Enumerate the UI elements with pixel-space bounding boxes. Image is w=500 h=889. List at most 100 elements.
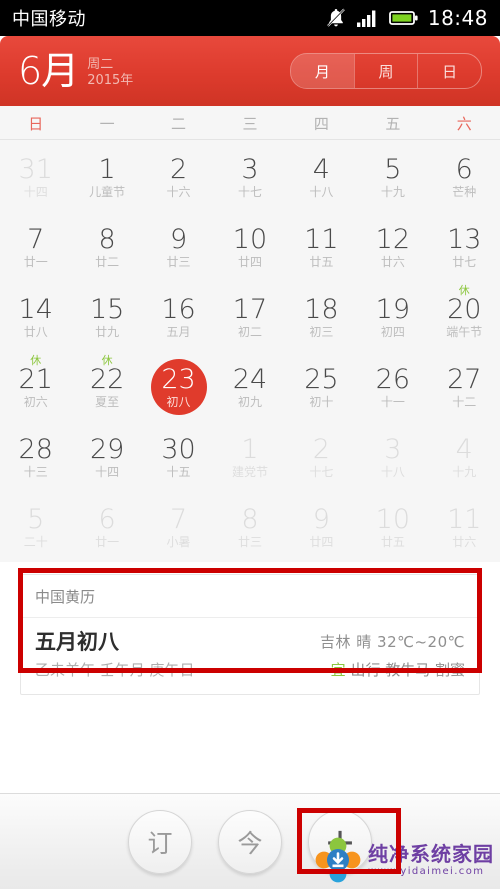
day-number: 13 <box>447 224 482 255</box>
day-lunar-label: 廿五 <box>309 255 334 269</box>
day-cell[interactable]: 1 儿童节 <box>71 142 142 212</box>
day-number: 9 <box>169 224 188 255</box>
day-number: 8 <box>98 224 116 255</box>
calendar-week-row: 休 21 初六休 22 夏至 23 初八 24 初九 25 初十 26 十一 27 十二 <box>0 352 500 422</box>
weekday-sun: 日 <box>28 114 44 133</box>
day-number: 5 <box>27 504 45 535</box>
almanac-card[interactable]: 中国黄历 五月初八 乙未羊年 壬午月 庚午日 吉林 晴 32℃~20℃ 宜 出行… <box>20 574 480 695</box>
day-lunar-label: 十二 <box>452 395 477 409</box>
day-cell[interactable]: 27 十二 <box>429 352 500 422</box>
rest-day-badge: 休 <box>101 354 113 367</box>
day-lunar-label: 十九 <box>452 465 477 479</box>
day-lunar-label: 廿一 <box>23 255 48 269</box>
day-cell[interactable]: 6 芒种 <box>429 142 500 212</box>
day-cell[interactable]: 2 十七 <box>286 422 357 492</box>
day-number: 16 <box>161 294 196 325</box>
today-button[interactable]: 今 <box>218 809 282 874</box>
day-cell[interactable]: 6 廿一 <box>71 492 142 562</box>
day-cell[interactable]: 3 十八 <box>357 422 428 492</box>
day-lunar-label: 儿童节 <box>89 185 126 199</box>
tab-week[interactable]: 周 <box>353 54 418 88</box>
day-cell[interactable]: 16 五月 <box>143 282 214 352</box>
day-number: 7 <box>27 224 45 255</box>
day-number: 25 <box>304 364 339 395</box>
day-cell[interactable]: 23 初八 <box>143 352 214 422</box>
day-number: 4 <box>455 434 473 465</box>
view-switcher[interactable]: 月 周 日 <box>290 53 482 89</box>
day-lunar-label: 廿一 <box>95 535 120 549</box>
day-cell[interactable]: 24 初九 <box>214 352 285 422</box>
almanac-left: 五月初八 乙未羊年 壬午月 庚午日 <box>35 628 320 682</box>
calendar-week-row: 7 廿一 8 廿二 9 廿三 10 廿四 11 廿五 12 廿六 13 廿七 <box>0 212 500 282</box>
day-lunar-label: 廿三 <box>237 535 262 549</box>
day-number: 20 <box>447 294 482 325</box>
day-cell[interactable]: 4 十九 <box>429 422 500 492</box>
day-cell[interactable]: 休 20 端午节 <box>429 282 500 352</box>
day-number: 10 <box>375 504 410 535</box>
day-number: 6 <box>98 504 116 535</box>
day-cell[interactable]: 11 廿五 <box>286 212 357 282</box>
day-cell[interactable]: 11 廿六 <box>429 492 500 562</box>
day-cell[interactable]: 9 廿三 <box>143 212 214 282</box>
bell-muted-icon <box>325 7 347 29</box>
day-lunar-label: 初二 <box>237 325 262 339</box>
day-cell[interactable]: 13 廿七 <box>429 212 500 282</box>
day-cell[interactable]: 18 初三 <box>286 282 357 352</box>
day-cell[interactable]: 7 小暑 <box>143 492 214 562</box>
day-cell[interactable]: 30 十五 <box>143 422 214 492</box>
day-cell[interactable]: 休 22 夏至 <box>71 352 142 422</box>
day-cell[interactable]: 4 十八 <box>286 142 357 212</box>
day-number: 9 <box>312 504 330 535</box>
day-number: 2 <box>169 154 188 185</box>
day-cell[interactable]: 10 廿四 <box>214 212 285 282</box>
lunar-date: 五月初八 <box>35 630 119 654</box>
day-cell[interactable]: 7 廿一 <box>0 212 71 282</box>
day-cell[interactable]: 5 十九 <box>357 142 428 212</box>
day-cell[interactable]: 19 初四 <box>357 282 428 352</box>
day-cell[interactable]: 26 十一 <box>357 352 428 422</box>
day-cell[interactable]: 17 初二 <box>214 282 285 352</box>
almanac-right: 吉林 晴 32℃~20℃ 宜 出行 教牛马 割蜜 <box>320 628 465 682</box>
day-number: 29 <box>89 434 125 465</box>
calendar-week-row: 31 十四 1 儿童节 2 十六 3 十七 4 十八 5 十九 6 芒种 <box>0 142 500 212</box>
day-number: 14 <box>18 294 53 325</box>
watermark-name: 纯净系统家园 <box>368 841 494 866</box>
day-number: 6 <box>455 154 473 185</box>
day-lunar-label: 廿四 <box>237 255 262 269</box>
day-number: 10 <box>232 224 268 255</box>
yi-items: 出行 教牛马 割蜜 <box>350 661 465 679</box>
day-cell[interactable]: 9 廿四 <box>286 492 357 562</box>
rest-day-badge: 休 <box>30 354 42 367</box>
day-cell[interactable]: 8 廿三 <box>214 492 285 562</box>
day-cell[interactable]: 29 十四 <box>71 422 142 492</box>
day-cell[interactable]: 28 十三 <box>0 422 71 492</box>
day-cell[interactable]: 14 廿八 <box>0 282 71 352</box>
day-lunar-label: 廿八 <box>23 325 48 339</box>
weather-label: 吉林 晴 32℃~20℃ <box>320 633 465 651</box>
tab-day[interactable]: 日 <box>417 54 481 88</box>
watermark-text: 纯净系统家园 www.yidaimei.com <box>368 844 494 877</box>
day-number: 1 <box>241 434 259 465</box>
day-cell[interactable]: 12 廿六 <box>357 212 428 282</box>
day-cell[interactable]: 15 廿九 <box>71 282 142 352</box>
subscribe-button[interactable]: 订 <box>128 809 192 874</box>
day-lunar-label: 廿七 <box>452 255 477 269</box>
day-cell[interactable]: 1 建党节 <box>214 422 285 492</box>
watermark-url: www.yidaimei.com <box>368 865 485 877</box>
day-number: 11 <box>304 224 339 255</box>
day-cell[interactable]: 8 廿二 <box>71 212 142 282</box>
day-number: 2 <box>312 434 330 465</box>
day-cell[interactable]: 3 十七 <box>214 142 285 212</box>
day-cell[interactable]: 10 廿五 <box>357 492 428 562</box>
day-number: 5 <box>384 154 402 185</box>
day-cell[interactable]: 31 十四 <box>0 142 71 212</box>
day-cell[interactable]: 休 21 初六 <box>0 352 71 422</box>
weekday-sat: 六 <box>456 114 472 133</box>
day-lunar-label: 十四 <box>95 465 120 479</box>
day-cell[interactable]: 2 十六 <box>143 142 214 212</box>
tab-month[interactable]: 月 <box>291 54 354 88</box>
day-number: 24 <box>232 364 268 395</box>
day-cell[interactable]: 25 初十 <box>286 352 357 422</box>
day-cell[interactable]: 5 二十 <box>0 492 71 562</box>
phone-screen: 中国移动 18:48 6月 周二 2015年 月 周 日 日 一 二 三 四 五… <box>0 0 500 889</box>
